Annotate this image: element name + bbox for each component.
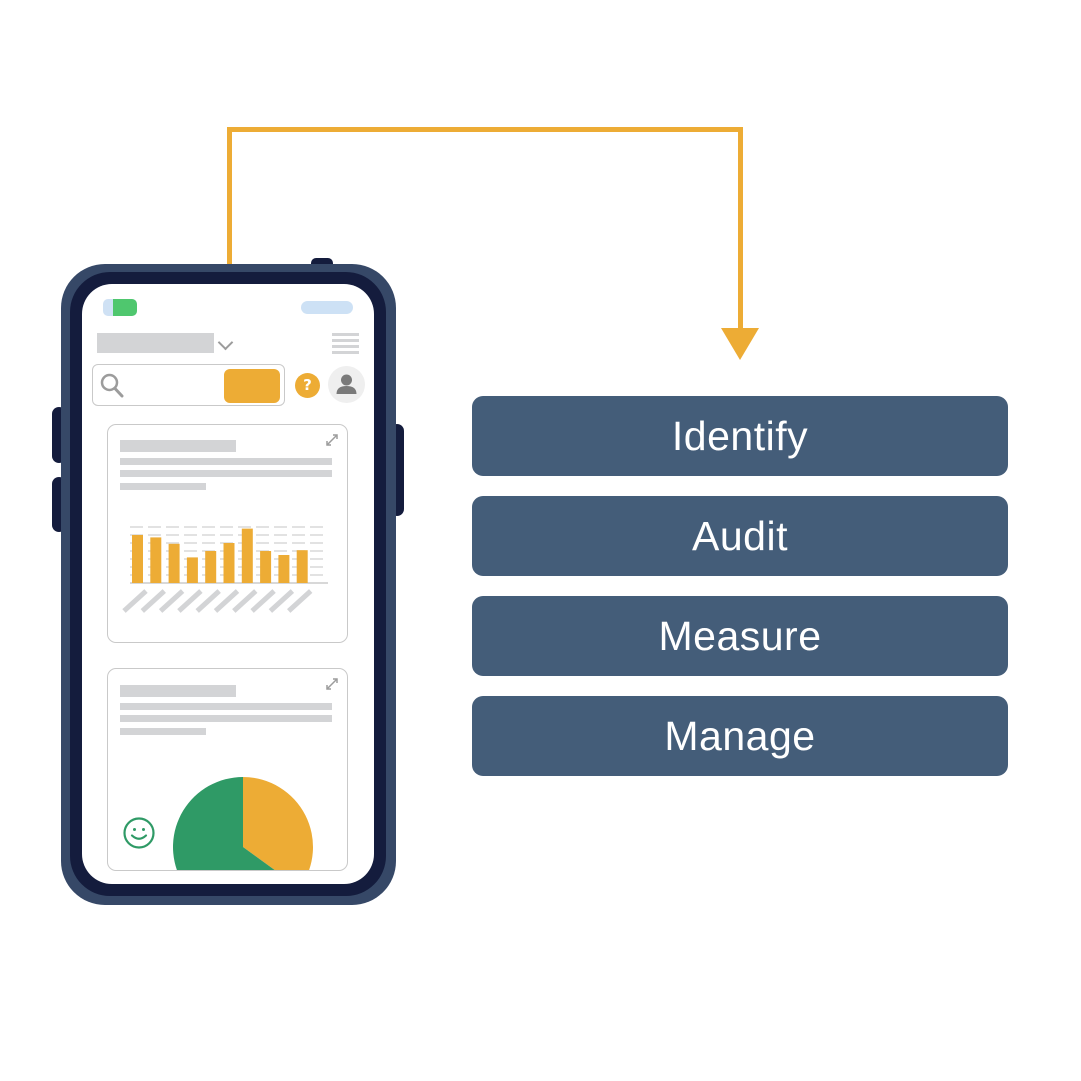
expand-icon[interactable] xyxy=(325,677,339,691)
connector-line-across xyxy=(227,127,743,132)
text-placeholder xyxy=(120,728,206,735)
user-avatar-icon[interactable] xyxy=(328,366,365,403)
bar xyxy=(186,557,198,583)
bar xyxy=(223,543,235,583)
bar xyxy=(278,555,290,583)
text-placeholder xyxy=(120,483,206,490)
step-manage-button[interactable]: Manage xyxy=(472,696,1008,776)
bar xyxy=(205,551,217,583)
chevron-down-icon[interactable] xyxy=(217,334,234,351)
arrow-head-icon xyxy=(721,328,759,360)
bar-chart-card xyxy=(107,424,348,643)
status-indicator xyxy=(301,301,353,314)
bar xyxy=(241,528,253,583)
bar-chart xyxy=(122,526,328,613)
phone-screen: ? xyxy=(82,284,374,884)
bar xyxy=(296,550,308,583)
step-measure-button[interactable]: Measure xyxy=(472,596,1008,676)
card-title-placeholder xyxy=(120,440,236,452)
battery-icon xyxy=(103,299,137,316)
bar xyxy=(150,537,162,583)
step-audit-button[interactable]: Audit xyxy=(472,496,1008,576)
bar xyxy=(132,535,143,583)
dropdown-selector[interactable] xyxy=(97,333,214,353)
text-placeholder xyxy=(120,470,332,477)
search-icon xyxy=(100,373,124,398)
expand-icon[interactable] xyxy=(325,433,339,447)
step-identify-button[interactable]: Identify xyxy=(472,396,1008,476)
search-button[interactable] xyxy=(224,369,280,403)
pie-chart xyxy=(173,777,313,870)
search-input[interactable] xyxy=(92,364,285,406)
help-icon[interactable]: ? xyxy=(295,373,320,398)
bar xyxy=(168,543,180,583)
connector-line-up xyxy=(227,127,232,267)
text-placeholder xyxy=(120,703,332,710)
text-placeholder xyxy=(120,715,332,722)
text-placeholder xyxy=(120,458,332,465)
hamburger-menu-icon[interactable] xyxy=(332,333,359,357)
bar xyxy=(260,551,272,583)
card-title-placeholder xyxy=(120,685,236,697)
connector-line-down xyxy=(738,127,743,335)
pie-chart-card xyxy=(107,668,348,871)
smiley-icon xyxy=(123,817,155,849)
